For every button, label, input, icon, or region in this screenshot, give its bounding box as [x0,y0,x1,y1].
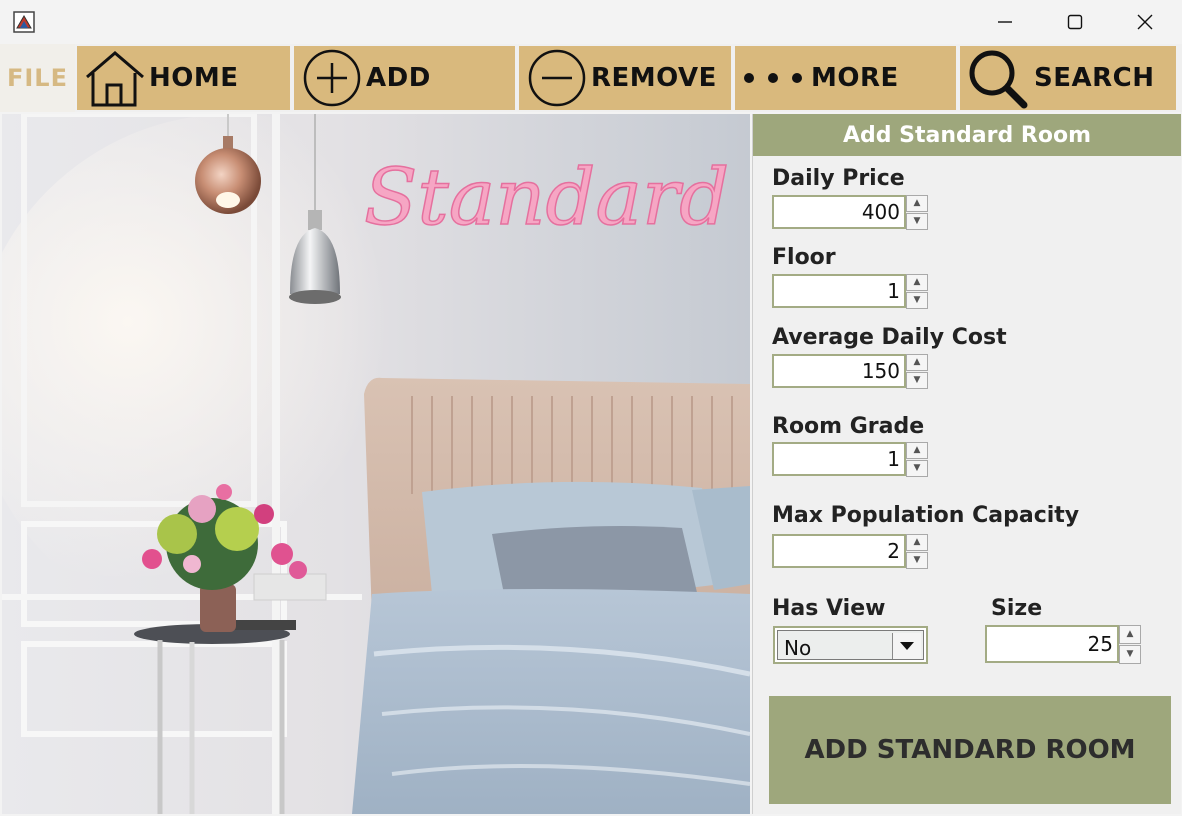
remove-label: REMOVE [591,63,717,93]
floor-label: Floor [772,245,836,270]
room-photo: Standard [2,114,750,814]
max-population-input[interactable] [772,534,906,568]
spin-down-icon: ▼ [913,216,921,226]
floor-decrement[interactable]: ▼ [906,292,928,309]
average-daily-cost-input[interactable] [772,354,906,388]
spin-up-icon: ▲ [913,445,921,455]
average-daily-cost-spinner: ▲ ▼ [772,354,930,392]
floor-input[interactable] [772,274,906,308]
spin-up-icon: ▲ [913,357,921,367]
spin-up-icon: ▲ [913,277,921,287]
room-grade-label: Room Grade [772,414,925,439]
floor-increment[interactable]: ▲ [906,274,928,291]
add-standard-room-label: ADD STANDARD ROOM [804,735,1136,765]
close-button[interactable] [1110,0,1180,44]
add-room-panel: Add Standard Room Daily Price ▲ ▼ Floor … [752,114,1181,814]
max-population-label: Max Population Capacity [772,503,1080,528]
has-view-label: Has View [772,596,886,621]
daily-price-label: Daily Price [772,166,905,191]
average-daily-cost-increment[interactable]: ▲ [906,354,928,371]
home-label: HOME [149,63,239,93]
size-decrement[interactable]: ▼ [1119,645,1141,664]
room-grade-increment[interactable]: ▲ [906,442,928,459]
has-view-field: No [777,630,924,660]
dropdown-arrow-button[interactable] [892,633,921,659]
maximize-icon [1067,14,1083,30]
add-standard-room-button[interactable]: ADD STANDARD ROOM [769,696,1171,804]
max-population-spinner: ▲ ▼ [772,534,930,572]
daily-price-spinner: ▲ ▼ [772,195,930,233]
has-view-dropdown[interactable]: No [773,626,928,664]
room-grade-decrement[interactable]: ▼ [906,460,928,477]
room-grade-spinner: ▲ ▼ [772,442,930,480]
size-input[interactable] [985,625,1119,663]
file-menu-button[interactable]: FILE [0,44,75,112]
floor-spinner: ▲ ▼ [772,274,930,312]
size-increment[interactable]: ▲ [1119,625,1141,644]
size-label: Size [991,596,1043,621]
minimize-button[interactable] [970,0,1040,44]
daily-price-decrement[interactable]: ▼ [906,213,928,230]
max-population-decrement[interactable]: ▼ [906,552,928,569]
more-button[interactable]: MORE [735,46,956,110]
magnifier-icon [969,50,1028,109]
search-button[interactable]: SEARCH [960,46,1176,110]
daily-price-input[interactable] [772,195,906,229]
add-label: ADD [366,63,431,93]
add-button[interactable]: ADD [294,46,515,110]
spin-down-icon: ▼ [913,555,921,565]
maximize-button[interactable] [1040,0,1110,44]
chevron-down-icon [900,642,914,650]
average-daily-cost-decrement[interactable]: ▼ [906,372,928,389]
panel-header: Add Standard Room [753,114,1181,156]
average-daily-cost-label: Average Daily Cost [772,325,1007,350]
spin-down-icon: ▼ [913,463,921,473]
size-spinner: ▲ ▼ [985,625,1145,664]
remove-button[interactable]: REMOVE [519,46,731,110]
house-icon [86,51,144,107]
room-grade-input[interactable] [772,442,906,476]
plus-circle-icon [303,49,361,107]
more-dots-icon [744,73,802,83]
more-label: MORE [811,63,899,93]
close-icon [1137,14,1153,30]
minus-circle-icon [528,49,586,107]
search-label: SEARCH [1034,63,1155,93]
java-app-icon [13,11,35,33]
spin-down-icon: ▼ [913,375,921,385]
main-toolbar: FILE HOME ADD REMOVE MORE SEARCH [0,44,1182,112]
spin-up-icon: ▲ [913,537,921,547]
max-population-increment[interactable]: ▲ [906,534,928,551]
neon-sign: Standard [364,153,729,243]
spin-down-icon: ▼ [1126,649,1134,659]
daily-price-increment[interactable]: ▲ [906,195,928,212]
spin-down-icon: ▼ [913,295,921,305]
spin-up-icon: ▲ [913,198,921,208]
file-menu-label: FILE [6,64,68,92]
title-bar [0,0,1182,44]
minimize-icon [998,21,1012,23]
panel-title: Add Standard Room [843,122,1091,148]
spin-up-icon: ▲ [1126,629,1134,639]
home-button[interactable]: HOME [77,46,290,110]
has-view-value: No [784,636,812,660]
